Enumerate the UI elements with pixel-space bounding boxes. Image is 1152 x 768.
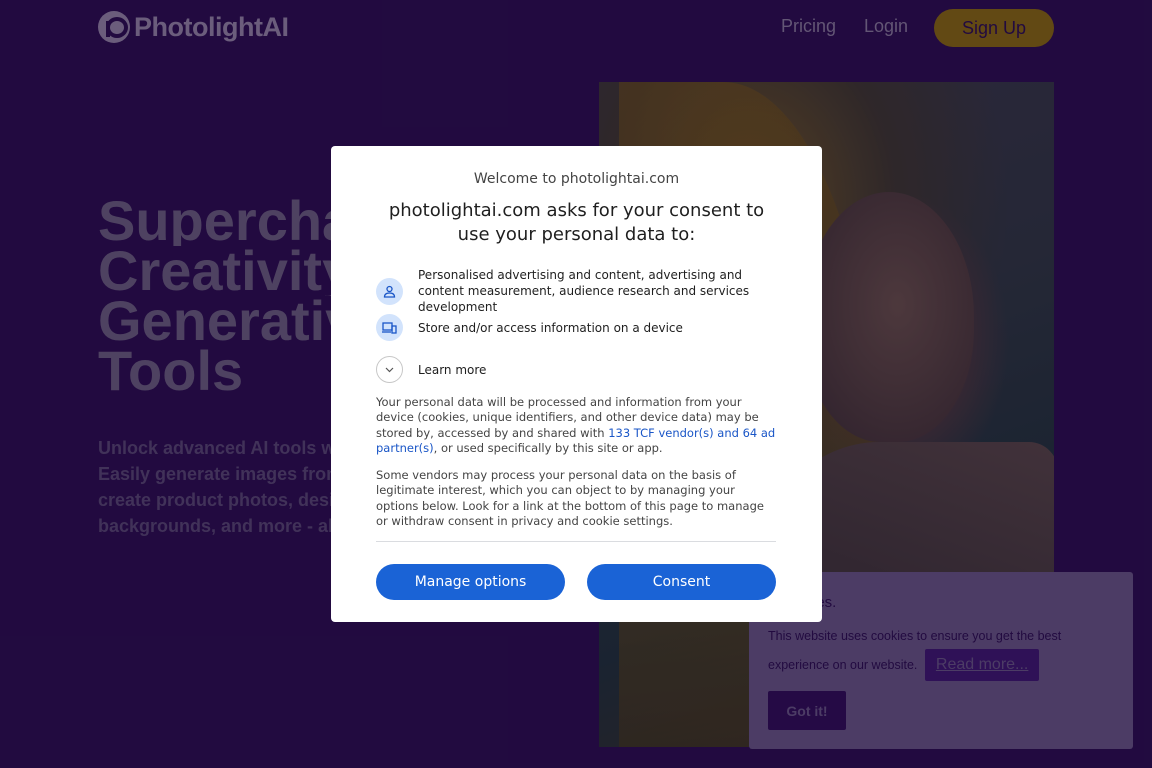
consent-purpose-text: Personalised advertising and content, ad… bbox=[418, 268, 750, 314]
consent-heading: photolightai.com asks for your consent t… bbox=[388, 200, 765, 245]
legitimate-interest-text: Some vendors may process your personal d… bbox=[376, 468, 764, 528]
chevron-down-icon bbox=[376, 356, 403, 383]
consent-purpose-item: Personalised advertising and content, ad… bbox=[376, 267, 776, 315]
consent-description: Your personal data will be processed and… bbox=[376, 395, 777, 456]
devices-icon bbox=[376, 314, 403, 341]
person-icon bbox=[376, 277, 403, 305]
learn-more-label: Learn more bbox=[418, 362, 487, 377]
consent-dialog: Welcome to photolightai.com photolightai… bbox=[331, 146, 822, 622]
learn-more-toggle[interactable]: Learn more bbox=[376, 356, 486, 383]
consent-description-text: , or used specifically by this site or a… bbox=[433, 440, 663, 455]
consent-purpose-text: Store and/or access information on a dev… bbox=[418, 320, 683, 335]
consent-purpose-item: Store and/or access information on a dev… bbox=[376, 314, 776, 341]
consent-welcome-text: Welcome to photolightai.com bbox=[473, 171, 680, 187]
consent-button[interactable]: Consent bbox=[587, 564, 776, 600]
manage-options-button[interactable]: Manage options bbox=[376, 564, 565, 600]
divider bbox=[376, 541, 776, 542]
